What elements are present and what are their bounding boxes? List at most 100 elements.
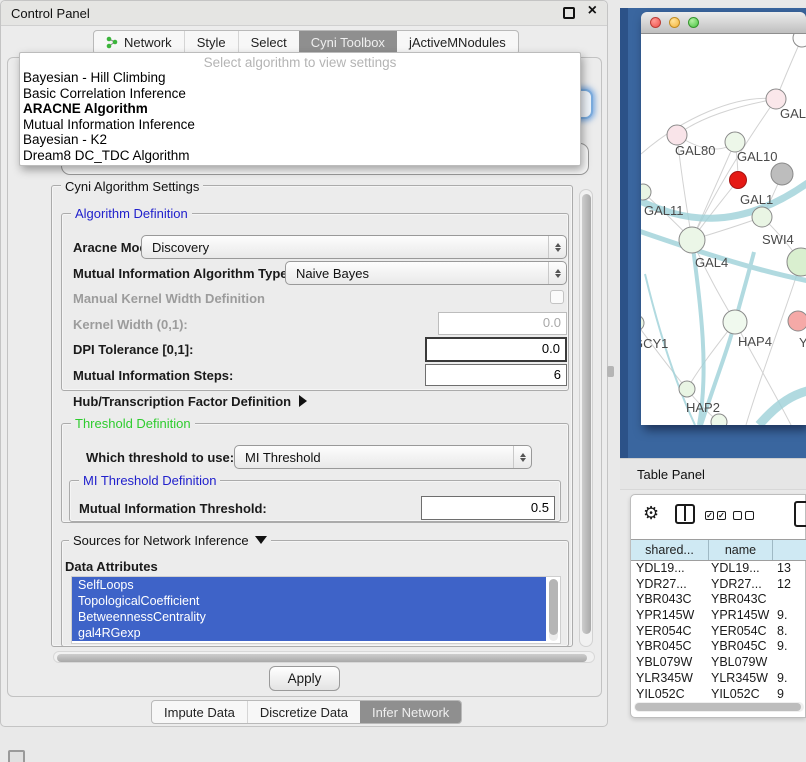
expand-right-icon <box>299 395 307 407</box>
node-hap2[interactable] <box>679 381 695 397</box>
tab-select[interactable]: Select <box>238 31 299 54</box>
table-row[interactable]: YLR345WYLR345W9. <box>631 671 806 687</box>
column-header-name[interactable]: name <box>709 540 773 560</box>
network-window-titlebar[interactable] <box>641 12 806 34</box>
node-swi4[interactable] <box>787 248 806 276</box>
table-row[interactable]: YPR145WYPR145W9. <box>631 608 806 624</box>
mi-threshold-legend: MI Threshold Definition <box>79 473 220 488</box>
manual-kernel-label: Manual Kernel Width Definition <box>73 291 265 306</box>
app-stage: Control Panel × Network Style Select <box>0 0 806 762</box>
node-label: GAL80 <box>675 143 715 158</box>
float-window-icon[interactable] <box>563 7 575 19</box>
which-threshold-label: Which threshold to use: <box>86 450 234 465</box>
algorithm-option-selected[interactable]: ARACNE Algorithm <box>20 101 580 117</box>
minimized-panel-icon[interactable] <box>8 750 25 762</box>
deselect-all-checkboxes-icon[interactable] <box>733 511 754 520</box>
algorithm-option[interactable]: Mutual Information Inference <box>20 117 580 133</box>
node-partial-top[interactable] <box>793 34 806 47</box>
node-gal1[interactable] <box>752 207 772 227</box>
data-attributes-label: Data Attributes <box>65 559 158 574</box>
columns-icon[interactable] <box>675 504 695 524</box>
column-header-shared-name[interactable]: shared... <box>631 540 709 560</box>
node-label: GAL10 <box>737 149 777 164</box>
close-icon[interactable]: × <box>588 2 597 20</box>
attribute-item[interactable]: TopologicalCoefficient <box>72 593 546 609</box>
table-row[interactable]: YBL079WYBL079W <box>631 655 806 671</box>
algorithm-option[interactable]: Bayesian - Hill Climbing <box>20 70 580 86</box>
apply-button[interactable]: Apply <box>269 666 340 691</box>
node-gcy1[interactable] <box>641 315 644 331</box>
node-bottom-partial[interactable] <box>711 414 727 425</box>
select-all-checkboxes-icon[interactable]: ✓✓ <box>705 511 726 520</box>
window-close-icon[interactable] <box>650 17 661 28</box>
control-panel: Control Panel × Network Style Select <box>0 0 608 727</box>
node-label: Y <box>799 335 806 350</box>
table-panel-title: Table Panel <box>637 467 705 482</box>
table-row[interactable]: YDL19...YDL19...13 <box>631 561 806 577</box>
node-pink-right[interactable] <box>788 311 806 331</box>
data-attributes-list: SelfLoops TopologicalCoefficient Between… <box>71 576 561 644</box>
new-table-icon[interactable] <box>794 501 806 527</box>
algorithm-option[interactable]: Dream8 DC_TDC Algorithm <box>20 148 580 164</box>
algorithm-popup-prompt: Select algorithm to view settings <box>20 53 580 70</box>
node-label: GAL <box>780 106 806 121</box>
attribute-item[interactable]: SelfLoops <box>72 577 546 593</box>
panel-splitter[interactable] <box>607 366 614 377</box>
network-icon <box>106 36 119 49</box>
gear-icon[interactable]: ⚙ <box>643 503 659 524</box>
network-window: GAL GAL80 GAL10 GAL1 GAL11 SWI4 GAL4 GCY… <box>641 12 806 425</box>
manual-kernel-checkbox[interactable] <box>550 290 564 304</box>
kernel-width-field[interactable]: 0.0 <box>438 312 567 335</box>
tab-infer-network[interactable]: Infer Network <box>360 701 461 723</box>
mi-steps-label: Mutual Information Steps: <box>73 368 233 383</box>
node-selected-red[interactable] <box>730 172 747 189</box>
settings-vertical-scrollbar[interactable] <box>579 189 593 647</box>
attribute-list-scrollbar[interactable] <box>549 579 558 641</box>
mi-steps-field[interactable]: 6 <box>425 364 567 386</box>
attribute-item[interactable]: BetweennessCentrality <box>72 609 546 625</box>
node-gal80[interactable] <box>667 125 687 145</box>
dpi-tolerance-field[interactable]: 0.0 <box>425 337 567 362</box>
tab-impute-data[interactable]: Impute Data <box>152 701 247 723</box>
combo-arrows-icon <box>548 236 566 258</box>
window-zoom-icon[interactable] <box>688 17 699 28</box>
node-label: GAL11 <box>644 203 684 218</box>
table-row[interactable]: YBR045CYBR045C9. <box>631 639 806 655</box>
table-row[interactable]: YIL052CYIL052C9 <box>631 687 806 703</box>
tab-discretize-data[interactable]: Discretize Data <box>247 701 360 723</box>
column-header-partial[interactable] <box>773 540 806 560</box>
mi-threshold-field[interactable]: 0.5 <box>421 496 555 520</box>
node-gray[interactable] <box>771 163 793 185</box>
table-row[interactable]: YDR27...YDR27...12 <box>631 577 806 593</box>
aracne-mode-combo[interactable]: Discovery <box>141 235 567 259</box>
mi-type-combo[interactable]: Naive Bayes <box>285 261 567 285</box>
control-panel-titlebar: Control Panel × <box>1 1 607 26</box>
settings-horizontal-scrollbar[interactable] <box>53 651 595 663</box>
table-toolbar: ⚙ ✓✓ <box>631 495 805 537</box>
node-label: GAL4 <box>695 255 728 270</box>
tab-network[interactable]: Network <box>94 31 184 54</box>
node-label: GAL1 <box>740 192 773 207</box>
collapse-down-icon <box>255 536 267 544</box>
algorithm-definition-legend: Algorithm Definition <box>71 206 192 221</box>
sources-legend[interactable]: Sources for Network Inference <box>69 533 271 548</box>
algorithm-dropdown-popup: Select algorithm to view settings Bayesi… <box>19 52 581 166</box>
window-minimize-icon[interactable] <box>669 17 680 28</box>
algorithm-option[interactable]: Basic Correlation Inference <box>20 86 580 102</box>
hub-definition-expander[interactable]: Hub/Transcription Factor Definition <box>73 394 307 409</box>
which-threshold-combo[interactable]: MI Threshold <box>234 445 532 469</box>
tab-style[interactable]: Style <box>184 31 238 54</box>
table-horizontal-scrollbar[interactable] <box>634 702 804 712</box>
node-hap4[interactable] <box>723 310 747 334</box>
attribute-item[interactable]: gal4RGexp <box>72 625 546 641</box>
tab-jactivemnodules[interactable]: jActiveMNodules <box>397 31 518 54</box>
network-highlight-edges <box>641 182 806 425</box>
table-row[interactable]: YBR043CYBR043C <box>631 592 806 608</box>
table-row[interactable]: YER054CYER054C8. <box>631 624 806 640</box>
algorithm-option[interactable]: Bayesian - K2 <box>20 132 580 148</box>
network-canvas[interactable]: GAL GAL80 GAL10 GAL1 GAL11 SWI4 GAL4 GCY… <box>641 34 806 425</box>
control-panel-title: Control Panel <box>11 6 90 21</box>
tab-cyni-toolbox[interactable]: Cyni Toolbox <box>299 31 397 54</box>
tab-network-label: Network <box>124 35 172 50</box>
node-gal4[interactable] <box>679 227 705 253</box>
